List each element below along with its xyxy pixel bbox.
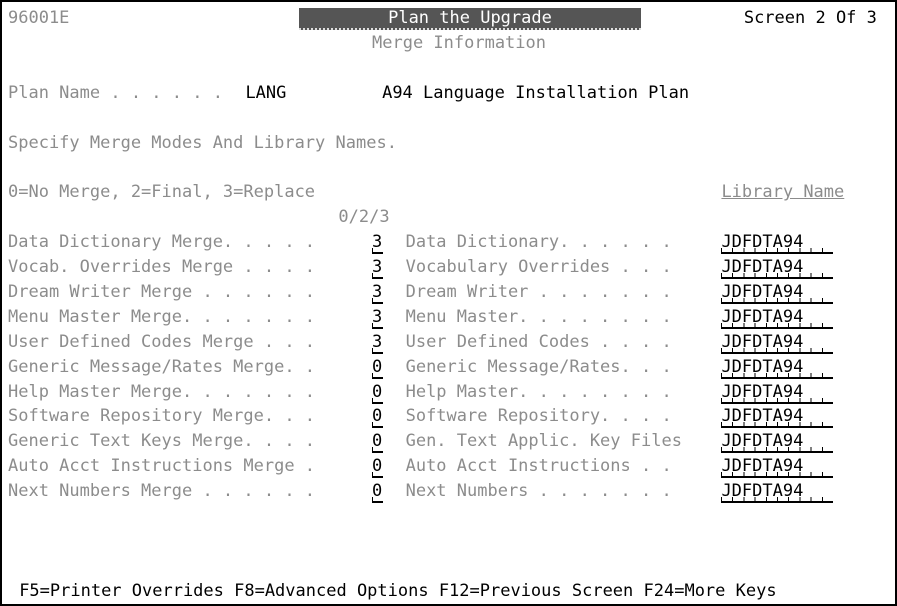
merge-mode-field[interactable]: 0 — [372, 431, 383, 454]
merge-label: Generic Text Keys Merge. . . . — [8, 431, 316, 452]
merge-mode-field[interactable]: 0 — [372, 481, 383, 504]
library-label: Dream Writer . . . . . . . — [405, 281, 672, 302]
merge-label: Generic Message/Rates Merge. . — [8, 356, 316, 377]
merge-mode-field[interactable]: 0 — [372, 456, 383, 479]
program-id: 96001E — [8, 8, 70, 28]
library-label: Software Repository. . . . — [405, 406, 672, 427]
merge-mode-legend: 0=No Merge, 2=Final, 3=Replace — [8, 182, 316, 203]
library-name-field[interactable]: JDFDTA94 — [721, 456, 834, 479]
merge-mode-field[interactable]: 0 — [372, 356, 383, 379]
library-name-field[interactable]: JDFDTA94 — [721, 406, 834, 429]
library-name-field[interactable]: JDFDTA94 — [721, 431, 834, 454]
merge-mode-field[interactable]: 0 — [372, 406, 383, 429]
plan-name-label: Plan Name . . . . . . — [8, 82, 223, 103]
merge-mode-field[interactable]: 3 — [372, 281, 383, 304]
merge-label: User Defined Codes Merge . . . — [8, 331, 316, 352]
screen-subtitle: Merge Information — [372, 32, 546, 53]
library-name-field[interactable]: JDFDTA94 — [721, 257, 834, 279]
instruction-text: Specify Merge Modes And Library Names. — [8, 132, 397, 153]
plan-name-value: LANG — [245, 82, 287, 103]
library-label: Gen. Text Applic. Key Files — [405, 431, 682, 452]
terminal-screen: 96001E Plan the Upgrade Screen 2 Of 3 Me… — [2, 2, 895, 604]
plan-description: A94 Language Installation Plan — [382, 82, 690, 103]
mode-header: 0/2/3 — [338, 207, 390, 228]
library-name-field[interactable]: JDFDTA94 — [721, 306, 834, 329]
merge-mode-field[interactable]: 0 — [372, 381, 383, 404]
merge-label: Software Repository Merge. . . — [8, 406, 316, 427]
merge-label: Data Dictionary Merge. . . . . — [8, 232, 316, 253]
library-name-field[interactable]: JDFDTA94 — [721, 232, 834, 255]
merge-label: Help Master Merge. . . . . . . — [8, 381, 316, 402]
library-label: Auto Acct Instructions . . — [405, 456, 672, 477]
library-label: Next Numbers . . . . . . . — [405, 481, 672, 502]
library-label: Generic Message/Rates. . . — [405, 356, 672, 377]
merge-label: Next Numbers Merge . . . . . . — [8, 481, 316, 502]
merge-mode-field[interactable]: 3 — [372, 232, 383, 255]
library-label: Vocabulary Overrides . . . — [405, 257, 672, 277]
library-name-field[interactable]: JDFDTA94 — [721, 381, 834, 404]
library-name-header: Library Name — [721, 182, 845, 203]
merge-mode-field[interactable]: 3 — [372, 306, 383, 329]
merge-label: Vocab. Overrides Merge . . . . — [8, 257, 316, 277]
library-name-field[interactable]: JDFDTA94 — [721, 356, 834, 379]
library-label: Help Master. . . . . . . . — [405, 381, 672, 402]
library-label: User Defined Codes . . . . — [405, 331, 672, 352]
function-key-legend: F5=Printer Overrides F8=Advanced Options… — [19, 580, 777, 601]
merge-mode-field[interactable]: 3 — [372, 331, 383, 354]
library-label: Data Dictionary. . . . . . — [405, 232, 672, 253]
merge-label: Dream Writer Merge . . . . . . — [8, 281, 316, 302]
merge-mode-field[interactable]: 3 — [372, 257, 383, 279]
screen-indicator: Screen 2 Of 3 — [743, 8, 877, 28]
library-name-field[interactable]: JDFDTA94 — [721, 331, 834, 354]
merge-label: Auto Acct Instructions Merge . — [8, 456, 316, 477]
library-name-field[interactable]: JDFDTA94 — [721, 481, 834, 504]
screen-title: Plan the Upgrade — [299, 8, 641, 30]
library-name-field[interactable]: JDFDTA94 — [721, 281, 834, 304]
library-label: Menu Master. . . . . . . . — [405, 306, 672, 327]
merge-label: Menu Master Merge. . . . . . . — [8, 306, 316, 327]
